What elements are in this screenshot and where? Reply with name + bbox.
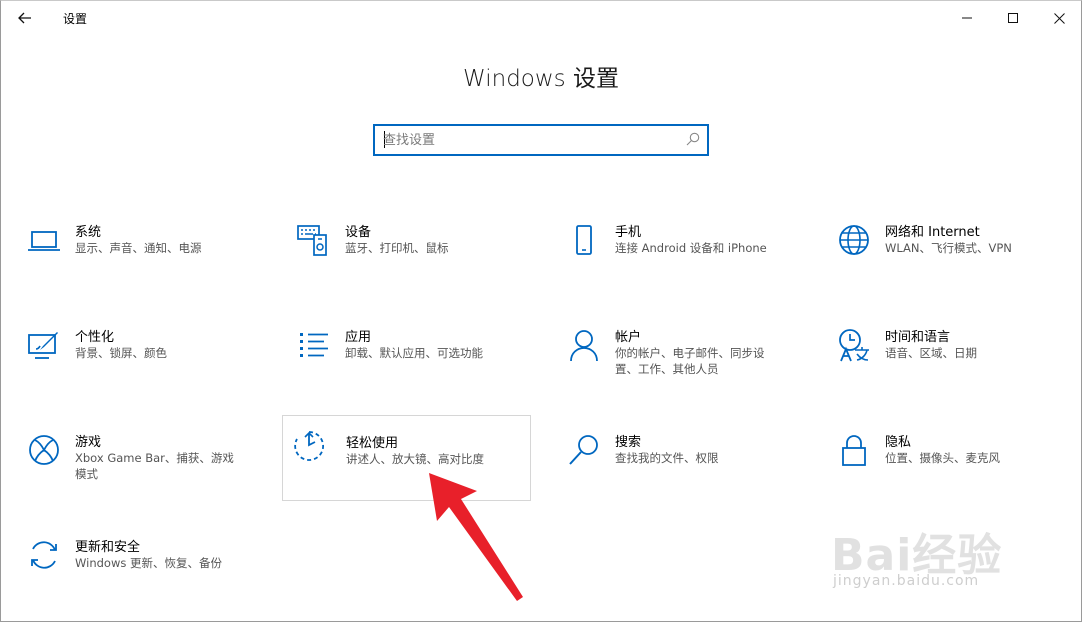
- person-icon: [567, 328, 601, 362]
- settings-window: 设置 Windows 设置 系统 显示、声音、通知、电源: [0, 0, 1082, 622]
- title-bar: 设置: [1, 1, 1081, 35]
- page-title: Windows 设置: [463, 66, 619, 92]
- tile-description: 讲述人、放大镜、高对比度: [346, 452, 484, 466]
- tile-search[interactable]: 搜索 查找我的文件、权限: [553, 423, 793, 503]
- tile-title: 系统: [75, 225, 102, 240]
- globe-icon: [837, 223, 871, 257]
- tile-phone[interactable]: 手机 连接 Android 设备和 iPhone: [553, 213, 793, 293]
- tile-system[interactable]: 系统 显示、声音、通知、电源: [13, 213, 253, 293]
- back-button[interactable]: [9, 5, 41, 31]
- window-title: 设置: [63, 12, 88, 26]
- tile-title: 应用: [345, 330, 372, 345]
- watermark: Bai经验 jingyan.baidu.com: [831, 509, 1041, 599]
- back-arrow-icon: [18, 12, 31, 24]
- search-input[interactable]: [383, 130, 673, 150]
- tile-description: 语音、区域、日期: [885, 346, 977, 360]
- tile-description: WLAN、飞行模式、VPN: [885, 241, 1012, 255]
- close-icon: [1053, 12, 1065, 24]
- search-icon[interactable]: [685, 131, 701, 147]
- laptop-icon: [27, 223, 61, 257]
- tile-time-language[interactable]: 时间和语言 语音、区域、日期: [823, 318, 1063, 398]
- tile-apps[interactable]: 应用 卸载、默认应用、可选功能: [283, 318, 523, 398]
- minimize-button[interactable]: [944, 1, 990, 35]
- tile-description: 背景、锁屏、颜色: [75, 346, 167, 360]
- tile-description: 位置、摄像头、麦克风: [885, 451, 1000, 465]
- time-language-icon: [837, 328, 871, 362]
- tile-title: 网络和 Internet: [885, 225, 980, 240]
- sync-icon: [27, 538, 61, 572]
- watermark-url: jingyan.baidu.com: [833, 573, 980, 589]
- tile-description: 显示、声音、通知、电源: [75, 241, 202, 255]
- minimize-icon: [962, 17, 972, 19]
- tile-privacy[interactable]: 隐私 位置、摄像头、麦克风: [823, 423, 1063, 503]
- tile-title: 设备: [345, 225, 372, 240]
- apps-list-icon: [297, 328, 331, 362]
- tile-title: 游戏: [75, 435, 102, 450]
- magnifier-icon: [567, 433, 601, 467]
- phone-icon: [567, 223, 601, 257]
- tile-personalization[interactable]: 个性化 背景、锁屏、颜色: [13, 318, 253, 398]
- tile-title: 时间和语言: [885, 330, 951, 345]
- ease-of-access-icon: [292, 429, 326, 463]
- close-button[interactable]: [1036, 1, 1082, 35]
- tile-title: 更新和安全: [75, 540, 141, 555]
- tile-devices[interactable]: 设备 蓝牙、打印机、鼠标: [283, 213, 523, 293]
- tile-description: 查找我的文件、权限: [615, 451, 719, 465]
- maximize-icon: [1008, 13, 1018, 23]
- tile-update-security[interactable]: 更新和安全 Windows 更新、恢复、备份: [13, 528, 253, 608]
- lock-icon: [837, 433, 871, 467]
- tile-gaming[interactable]: 游戏 Xbox Game Bar、捕获、游戏模式: [13, 423, 253, 503]
- tile-description: Xbox Game Bar、捕获、游戏模式: [75, 451, 234, 481]
- tile-title: 个性化: [75, 330, 115, 345]
- tile-description: Windows 更新、恢复、备份: [75, 556, 222, 570]
- tile-title: 轻松使用: [346, 436, 399, 451]
- tile-network[interactable]: 网络和 Internet WLAN、飞行模式、VPN: [823, 213, 1063, 293]
- tile-title: 手机: [615, 225, 642, 240]
- tile-title: 隐私: [885, 435, 912, 450]
- tile-title: 帐户: [615, 330, 642, 345]
- tile-description: 蓝牙、打印机、鼠标: [345, 241, 449, 255]
- annotation-arrow-icon: [429, 473, 523, 601]
- search-box[interactable]: [373, 124, 709, 156]
- tile-title: 搜索: [615, 435, 642, 450]
- tile-description: 你的帐户、电子邮件、同步设置、工作、其他人员: [615, 346, 765, 376]
- maximize-button[interactable]: [990, 1, 1036, 35]
- tile-description: 卸载、默认应用、可选功能: [345, 346, 483, 360]
- personalization-icon: [27, 328, 61, 362]
- xbox-icon: [27, 433, 61, 467]
- tile-accounts[interactable]: 帐户 你的帐户、电子邮件、同步设置、工作、其他人员: [553, 318, 793, 398]
- devices-icon: [297, 223, 331, 257]
- tile-description: 连接 Android 设备和 iPhone: [615, 241, 767, 255]
